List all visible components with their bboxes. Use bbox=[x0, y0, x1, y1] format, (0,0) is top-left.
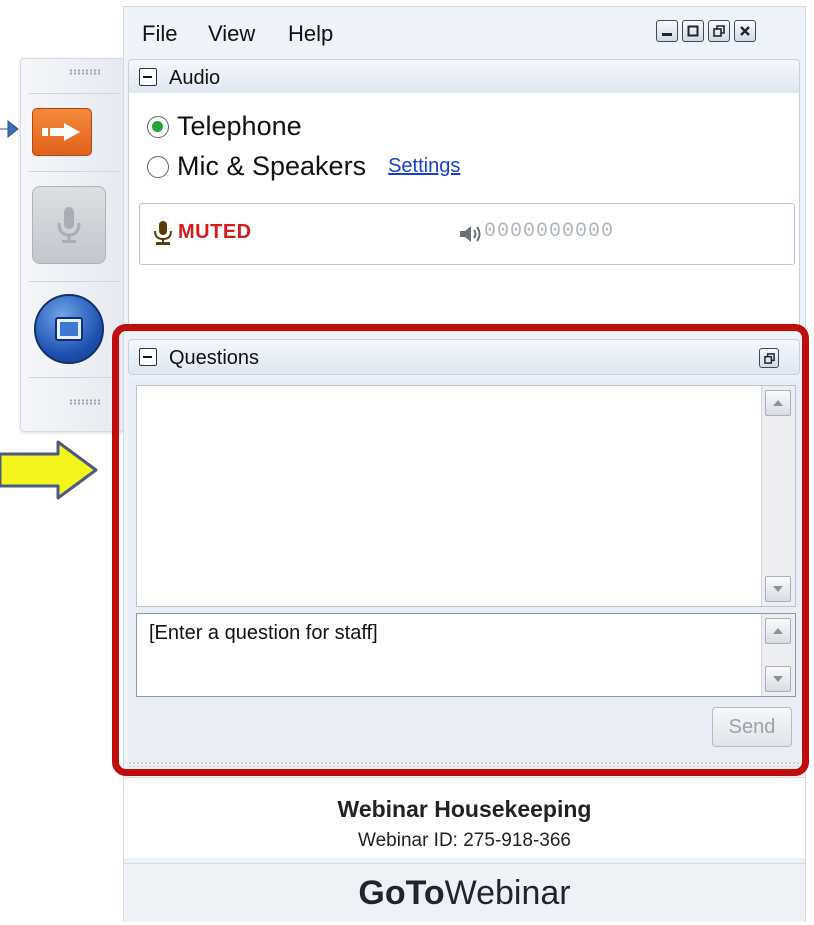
audio-section: Telephone Mic & Speakers Settings MUTED … bbox=[128, 93, 800, 325]
questions-section: [Enter a question for staff] Send bbox=[128, 379, 800, 773]
microphone-icon bbox=[57, 207, 81, 243]
collapse-audio-button[interactable] bbox=[139, 68, 157, 86]
highlight-arrow-icon bbox=[0, 440, 98, 500]
speaker-icon bbox=[460, 226, 481, 242]
chevron-down-icon bbox=[773, 586, 783, 592]
audio-option-mic-speakers[interactable]: Mic & Speakers Settings bbox=[147, 151, 460, 182]
collapse-questions-button[interactable] bbox=[139, 348, 157, 366]
screen-icon bbox=[55, 317, 83, 341]
arrow-right-icon bbox=[42, 123, 80, 141]
divider bbox=[29, 171, 119, 172]
maximize-icon bbox=[687, 25, 699, 37]
mic-speakers-label: Mic & Speakers bbox=[177, 151, 367, 181]
volume-level-meter: 0000000000 bbox=[484, 220, 615, 243]
audio-section-header[interactable]: Audio bbox=[128, 59, 800, 95]
divider bbox=[29, 281, 119, 282]
settings-link[interactable]: Settings bbox=[388, 155, 460, 178]
question-input-placeholder: [Enter a question for staff] bbox=[149, 622, 378, 644]
menu-view[interactable]: View bbox=[208, 21, 255, 47]
resize-grip[interactable] bbox=[128, 761, 800, 767]
divider bbox=[29, 93, 119, 94]
questions-log-scrollbar[interactable] bbox=[761, 386, 795, 606]
close-icon bbox=[740, 26, 750, 36]
grip-handle-bottom[interactable] bbox=[69, 399, 101, 405]
question-input-scrollbar[interactable] bbox=[761, 614, 795, 696]
send-button[interactable]: Send bbox=[712, 707, 792, 747]
logo-regular-text: Webinar bbox=[444, 874, 571, 912]
radio-selected[interactable] bbox=[147, 115, 169, 138]
menu-bar: File View Help bbox=[124, 7, 805, 57]
questions-title: Questions bbox=[169, 347, 260, 369]
chevron-down-icon bbox=[773, 676, 783, 682]
webinar-id: Webinar ID: 275-918-366 bbox=[358, 830, 571, 851]
scroll-up-button[interactable] bbox=[765, 618, 791, 644]
webinar-title: Webinar Housekeeping bbox=[337, 796, 592, 822]
questions-log[interactable] bbox=[136, 385, 796, 607]
maximize-button[interactable] bbox=[682, 20, 704, 42]
menu-file[interactable]: File bbox=[142, 21, 177, 47]
chevron-up-icon bbox=[773, 628, 783, 634]
radio-unselected[interactable] bbox=[147, 155, 169, 178]
audio-option-telephone[interactable]: Telephone bbox=[147, 111, 302, 142]
webinar-info: Webinar Housekeeping Webinar ID: 275-918… bbox=[124, 777, 805, 858]
pointer-arrow-icon bbox=[0, 119, 19, 139]
scroll-up-button[interactable] bbox=[765, 390, 791, 416]
screen-share-button[interactable] bbox=[34, 294, 104, 364]
scroll-down-button[interactable] bbox=[765, 666, 791, 692]
logo-bold-text: GoTo bbox=[358, 874, 445, 912]
brand-bar: GoToWebinar bbox=[124, 863, 805, 922]
minimize-button[interactable] bbox=[656, 20, 678, 42]
grip-handle-top[interactable] bbox=[69, 69, 101, 75]
popout-questions-button[interactable] bbox=[759, 348, 779, 368]
menu-help[interactable]: Help bbox=[288, 21, 333, 47]
muted-microphone-icon bbox=[154, 221, 172, 245]
audio-status-box: MUTED 0000000000 bbox=[139, 203, 795, 265]
question-input[interactable]: [Enter a question for staff] bbox=[136, 613, 796, 697]
questions-section-header[interactable]: Questions bbox=[128, 339, 800, 375]
audio-title: Audio bbox=[169, 67, 221, 89]
divider bbox=[29, 377, 119, 378]
scroll-down-button[interactable] bbox=[765, 576, 791, 602]
control-panel: File View Help Audio Telephone Mic & Spe… bbox=[123, 6, 806, 922]
restore-button[interactable] bbox=[708, 20, 730, 42]
restore-icon bbox=[713, 25, 725, 37]
close-button[interactable] bbox=[734, 20, 756, 42]
microphone-button[interactable] bbox=[32, 186, 106, 264]
muted-status: MUTED bbox=[178, 221, 252, 243]
gotowebinar-logo: GoToWebinar bbox=[124, 874, 805, 913]
chevron-up-icon bbox=[773, 400, 783, 406]
minimize-icon bbox=[662, 33, 672, 36]
show-hide-panel-button[interactable] bbox=[32, 108, 92, 156]
popout-icon bbox=[763, 352, 775, 364]
telephone-label: Telephone bbox=[177, 111, 302, 141]
